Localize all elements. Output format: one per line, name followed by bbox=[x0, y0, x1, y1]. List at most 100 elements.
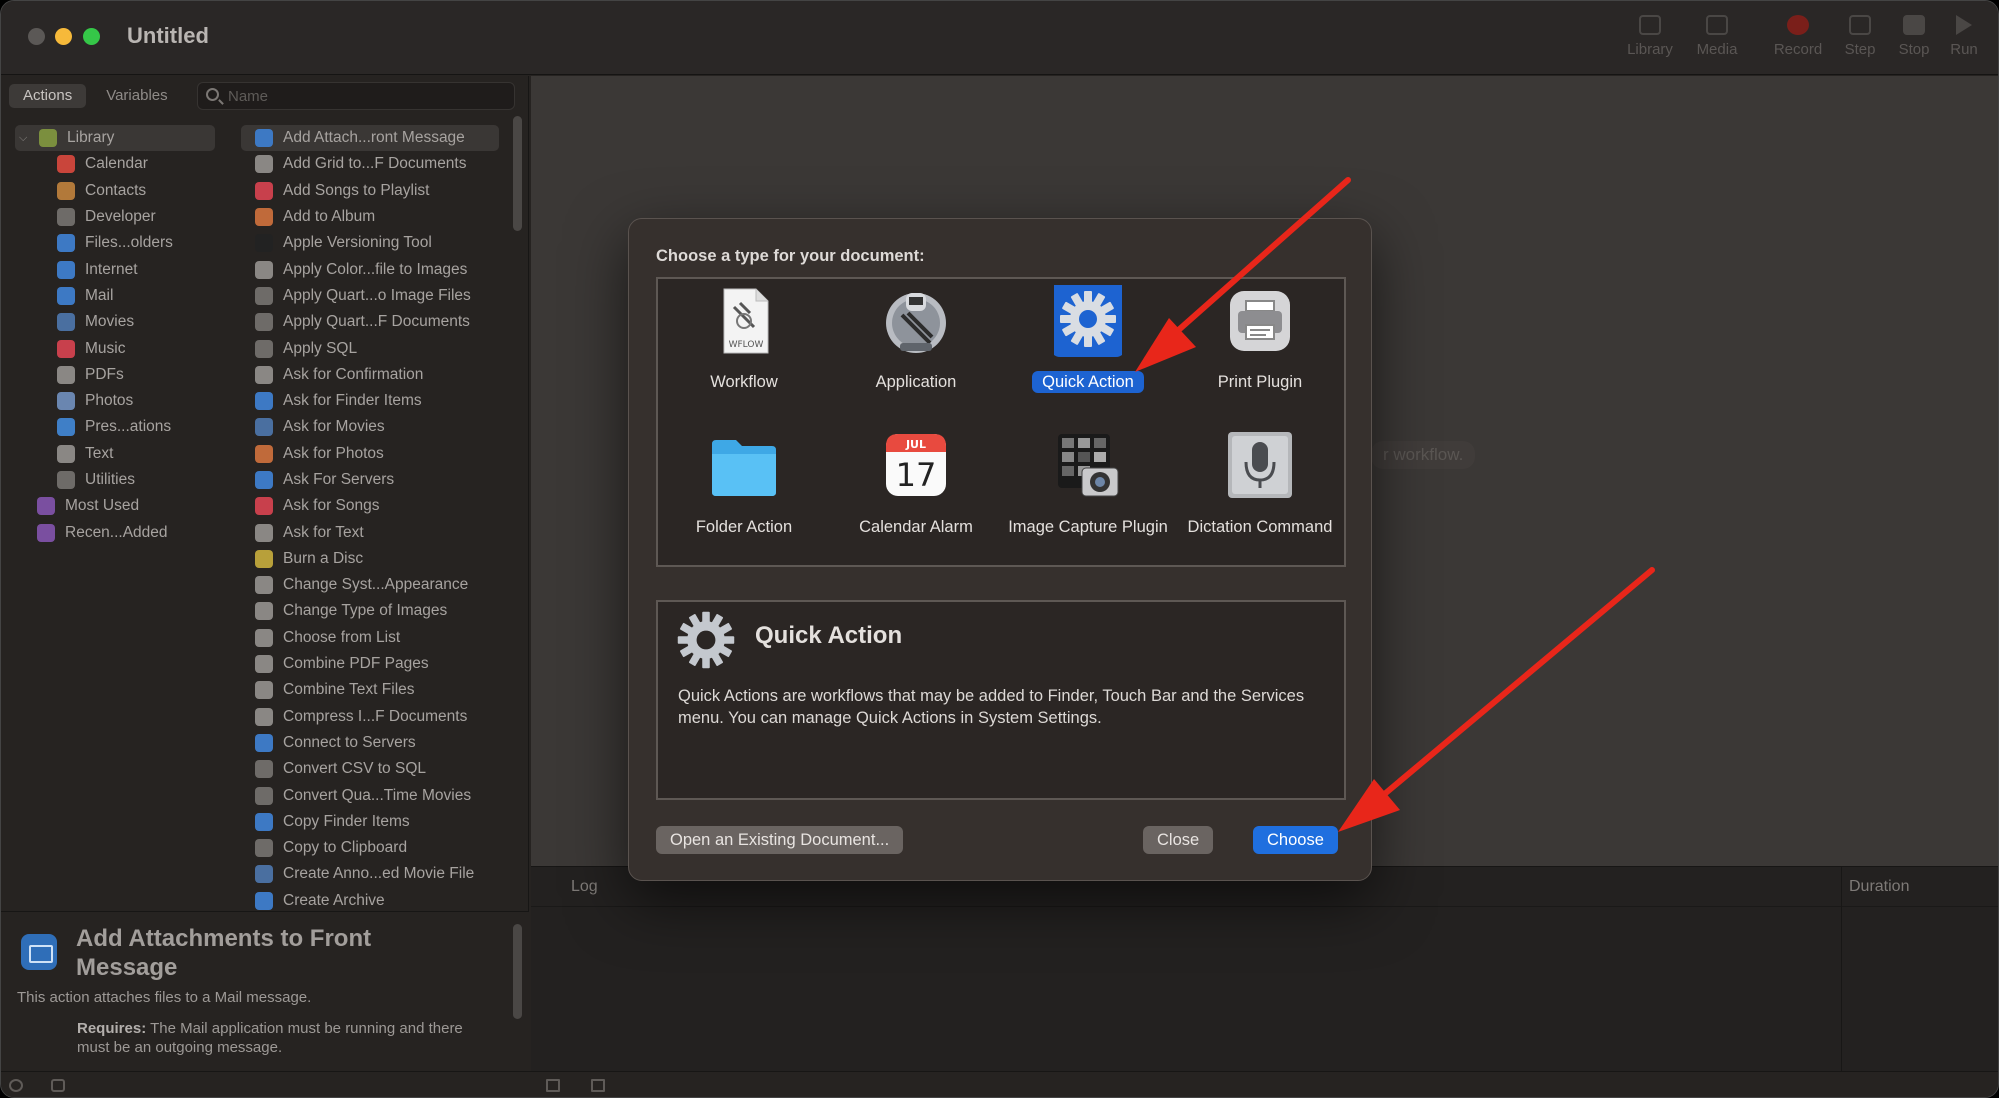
toolbar-step-button[interactable]: Step bbox=[1830, 15, 1890, 58]
action-item-label: Ask for Movies bbox=[283, 418, 385, 436]
action-item[interactable]: Combine PDF Pages bbox=[241, 651, 499, 677]
action-icon bbox=[255, 760, 273, 779]
library-item-movies[interactable]: Movies bbox=[15, 309, 215, 335]
split-view-icon[interactable] bbox=[591, 1079, 605, 1092]
duration-column-header[interactable]: Duration bbox=[1849, 878, 1909, 896]
library-item-music[interactable]: Music bbox=[15, 335, 215, 361]
action-menu-icon[interactable] bbox=[9, 1079, 23, 1092]
type-quick-action[interactable]: Quick Action bbox=[1002, 279, 1174, 424]
action-icon bbox=[255, 129, 273, 148]
action-item-label: Change Syst...Appearance bbox=[283, 576, 469, 594]
type-calendar-alarm[interactable]: JUL 17 Calendar Alarm bbox=[830, 424, 1002, 569]
type-workflow[interactable]: WFLOW Workflow bbox=[658, 279, 830, 424]
library-item-mail[interactable]: Mail bbox=[15, 283, 215, 309]
library-item-pdfs[interactable]: PDFs bbox=[15, 362, 215, 388]
library-item-text[interactable]: Text bbox=[15, 441, 215, 467]
minimize-window-button[interactable] bbox=[55, 28, 72, 45]
action-item[interactable]: Combine Text Files bbox=[241, 677, 499, 703]
library-item-files-olders[interactable]: Files...olders bbox=[15, 230, 215, 256]
action-list-scrollbar[interactable] bbox=[513, 116, 522, 231]
close-button[interactable]: Close bbox=[1143, 826, 1214, 854]
dialog-prompt: Choose a type for your document: bbox=[656, 247, 925, 265]
type-workflow-label: Workflow bbox=[710, 373, 778, 391]
action-item[interactable]: Add Grid to...F Documents bbox=[241, 151, 499, 177]
tab-actions[interactable]: Actions bbox=[9, 84, 87, 108]
action-item[interactable]: Ask for Text bbox=[241, 519, 499, 545]
library-item-contacts[interactable]: Contacts bbox=[15, 178, 215, 204]
action-item[interactable]: Ask for Confirmation bbox=[241, 362, 499, 388]
action-item[interactable]: Add Songs to Playlist bbox=[241, 178, 499, 204]
library-item-developer[interactable]: Developer bbox=[15, 204, 215, 230]
library-item-utilities[interactable]: Utilities bbox=[15, 467, 215, 493]
action-item-label: Burn a Disc bbox=[283, 549, 364, 567]
type-image-capture-plugin[interactable]: Image Capture Plugin bbox=[1002, 424, 1174, 569]
close-window-button[interactable] bbox=[28, 28, 45, 45]
search-input[interactable] bbox=[228, 86, 498, 106]
document-type-dialog: Choose a type for your document: WFLOW W… bbox=[628, 218, 1372, 881]
checkbox-icon[interactable] bbox=[51, 1079, 65, 1092]
action-item[interactable]: Choose from List bbox=[241, 625, 499, 651]
type-folder-action[interactable]: Folder Action bbox=[658, 424, 830, 569]
action-item[interactable]: Compress I...F Documents bbox=[241, 704, 499, 730]
description-scrollbar[interactable] bbox=[513, 924, 522, 1019]
action-item[interactable]: Apply Quart...F Documents bbox=[241, 309, 499, 335]
action-item[interactable]: Ask for Songs bbox=[241, 493, 499, 519]
action-item[interactable]: Connect to Servers bbox=[241, 730, 499, 756]
zoom-window-button[interactable] bbox=[83, 28, 100, 45]
action-item-label: Ask for Songs bbox=[283, 497, 380, 515]
type-dictation-command[interactable]: Dictation Command bbox=[1174, 424, 1346, 569]
action-item-label: Compress I...F Documents bbox=[283, 707, 468, 725]
action-item[interactable]: Create Archive bbox=[241, 888, 499, 914]
library-item-library[interactable]: ⌵ Library bbox=[15, 125, 215, 152]
action-item[interactable]: Change Type of Images bbox=[241, 598, 499, 624]
action-item[interactable]: Ask For Servers bbox=[241, 467, 499, 493]
toolbar-media-button[interactable]: Media bbox=[1687, 15, 1747, 58]
type-application[interactable]: Application bbox=[830, 279, 1002, 424]
toolbar-record-button[interactable]: Record bbox=[1768, 15, 1828, 58]
action-item[interactable]: Create Anno...ed Movie File bbox=[241, 861, 499, 887]
log-column-header[interactable]: Log bbox=[571, 878, 598, 896]
choose-button[interactable]: Choose bbox=[1253, 826, 1338, 854]
library-list: ⌵ Library Calendar Contacts Developer Files..… bbox=[15, 125, 215, 546]
library-item-most-used[interactable]: Most Used bbox=[15, 493, 215, 519]
search-field[interactable] bbox=[197, 82, 515, 110]
action-item[interactable]: Convert Qua...Time Movies bbox=[241, 782, 499, 808]
action-item-label: Change Type of Images bbox=[283, 602, 448, 620]
action-item-label: Ask for Confirmation bbox=[283, 365, 424, 383]
action-item[interactable]: Copy Finder Items bbox=[241, 809, 499, 835]
toolbar-stop-label: Stop bbox=[1898, 41, 1930, 58]
action-item[interactable]: Apply Quart...o Image Files bbox=[241, 283, 499, 309]
library-item-recen-added[interactable]: Recen...Added bbox=[15, 519, 215, 545]
automator-robot-icon bbox=[886, 293, 946, 353]
action-item[interactable]: Change Syst...Appearance bbox=[241, 572, 499, 598]
library-item-photos[interactable]: Photos bbox=[15, 388, 215, 414]
library-category-icon bbox=[57, 418, 75, 437]
open-existing-document-button[interactable]: Open an Existing Document... bbox=[656, 826, 904, 854]
action-item-label: Copy Finder Items bbox=[283, 812, 410, 830]
action-item[interactable]: Apply Color...file to Images bbox=[241, 256, 499, 282]
action-item[interactable]: Apple Versioning Tool bbox=[241, 230, 499, 256]
folder-icon bbox=[712, 440, 776, 496]
library-category-icon bbox=[37, 523, 55, 542]
library-pane: Actions Variables ⌵ Library Calendar Contac… bbox=[1, 76, 529, 1097]
toolbar-run-button[interactable]: Run bbox=[1934, 15, 1994, 58]
toolbar-library-button[interactable]: Library bbox=[1620, 15, 1680, 58]
action-item[interactable]: Ask for Photos bbox=[241, 441, 499, 467]
library-item-pres-ations[interactable]: Pres...ations bbox=[15, 414, 215, 440]
disclosure-chevron-icon[interactable]: ⌵ bbox=[19, 132, 33, 145]
library-item-label: Contacts bbox=[85, 181, 147, 199]
type-print-plugin[interactable]: Print Plugin bbox=[1174, 279, 1346, 424]
action-item[interactable]: Add Attach...ront Message bbox=[241, 125, 499, 152]
action-item[interactable]: Convert CSV to SQL bbox=[241, 756, 499, 782]
action-item[interactable]: Burn a Disc bbox=[241, 546, 499, 572]
list-view-icon[interactable] bbox=[546, 1079, 560, 1092]
action-item[interactable]: Apply SQL bbox=[241, 335, 499, 361]
step-icon bbox=[1849, 15, 1871, 35]
action-item[interactable]: Ask for Finder Items bbox=[241, 388, 499, 414]
library-item-calendar[interactable]: Calendar bbox=[15, 151, 215, 177]
action-item[interactable]: Copy to Clipboard bbox=[241, 835, 499, 861]
action-item[interactable]: Ask for Movies bbox=[241, 414, 499, 440]
library-item-internet[interactable]: Internet bbox=[15, 256, 215, 282]
tab-variables[interactable]: Variables bbox=[92, 84, 181, 108]
action-item[interactable]: Add to Album bbox=[241, 204, 499, 230]
